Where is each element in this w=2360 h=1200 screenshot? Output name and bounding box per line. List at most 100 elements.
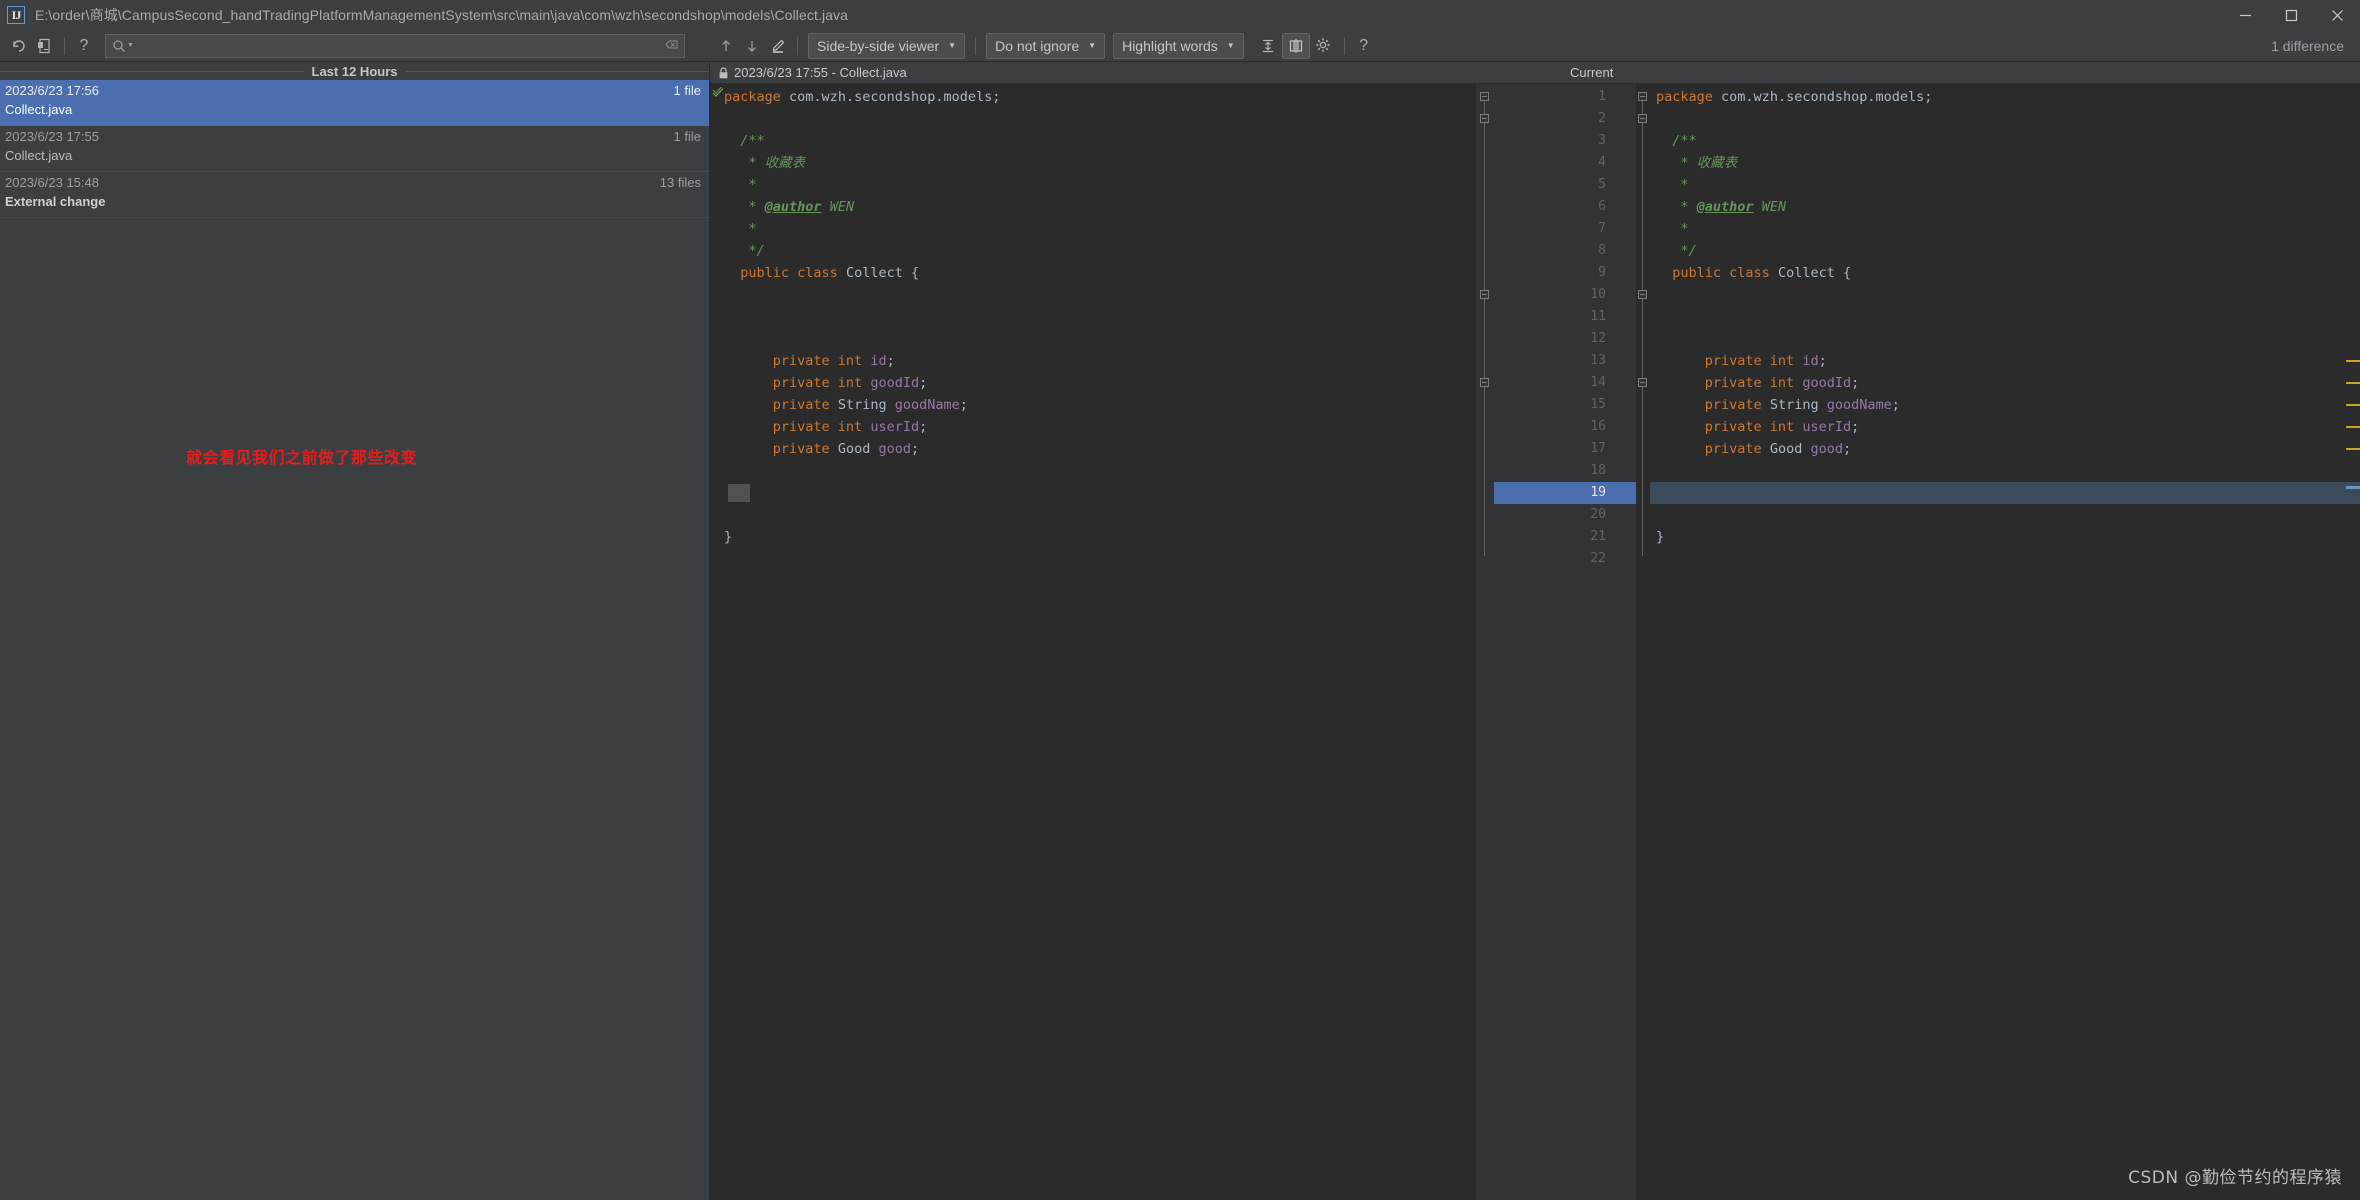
help-icon[interactable]: ? [71, 33, 97, 59]
line-number: 8 [1598, 243, 1606, 258]
diff-right-title: Current [1570, 65, 1614, 80]
header-rule-right [405, 70, 710, 72]
code-line: private int id; [772, 353, 895, 369]
chevron-down-icon: ▼ [948, 41, 957, 50]
lock-icon [718, 66, 729, 79]
diff-left-editor[interactable]: package com.wzh.secondshop.models; /** *… [710, 84, 1476, 1200]
highlight-policy-dropdown[interactable]: Highlight words ▼ [1113, 32, 1244, 59]
ignore-policy-dropdown[interactable]: Do not ignore ▼ [986, 32, 1106, 59]
line-number: 6 [1598, 199, 1606, 214]
minimize-button[interactable] [2222, 0, 2268, 30]
change-marker[interactable] [2346, 404, 2360, 406]
line-number: 15 [1590, 397, 1606, 412]
maximize-button[interactable] [2268, 0, 2314, 30]
next-difference-icon[interactable] [739, 33, 765, 59]
code-line: * @author WEN [1680, 199, 1787, 215]
change-list-item[interactable]: 2023/6/23 17:55 1 file Collect.java [0, 126, 709, 172]
changes-group-label: Last 12 Hours [311, 63, 398, 79]
local-history-panel: Last 12 Hours 2023/6/23 17:56 1 file Colle… [0, 62, 710, 1200]
search-input[interactable]: ▼ [105, 33, 685, 58]
change-timestamp: 2023/6/23 17:55 [5, 129, 99, 144]
change-file-count: 1 file [673, 129, 701, 144]
close-button[interactable] [2314, 0, 2360, 30]
left-fold-strip[interactable] [1476, 84, 1494, 1200]
diff-header: 2023/6/23 17:55 - Collect.java Current [710, 62, 2360, 84]
code-line: * @author WEN [748, 199, 855, 215]
toolbar-divider-2 [797, 36, 798, 55]
search-icon [112, 39, 126, 53]
code-line: private String goodName; [772, 397, 968, 413]
change-label: External change [5, 194, 106, 209]
line-number: 9 [1598, 265, 1606, 280]
revert-icon[interactable] [6, 33, 32, 59]
change-marker[interactable] [2346, 448, 2360, 450]
toolbar-divider-1 [64, 36, 65, 55]
ignore-policy-label: Do not ignore [995, 37, 1080, 54]
collapse-unchanged-icon[interactable] [1254, 33, 1282, 59]
line-number: 1 [1598, 89, 1606, 104]
code-line: } [1656, 529, 1665, 545]
chevron-down-icon: ▼ [1088, 41, 1097, 50]
fold-collapse-icon[interactable] [1480, 378, 1489, 387]
code-line: * [1680, 177, 1689, 193]
toolbar-divider-3 [975, 36, 977, 55]
code-line: * [1680, 221, 1689, 237]
code-line: private int goodId; [1704, 375, 1860, 391]
change-label: Collect.java [5, 102, 73, 117]
line-number: 21 [1590, 529, 1606, 544]
intellij-logo-icon: IJ [7, 6, 25, 24]
change-marker[interactable] [2346, 382, 2360, 384]
diff-center-gutter: 12345678910111213141516171819202122 1234… [1476, 84, 1738, 1200]
code-line: private int userId; [1704, 419, 1860, 435]
fold-collapse-icon[interactable] [1480, 114, 1489, 123]
viewer-mode-dropdown[interactable]: Side-by-side viewer ▼ [808, 32, 966, 59]
code-line: private int userId; [772, 419, 928, 435]
search-dropdown-icon[interactable]: ▼ [127, 42, 134, 49]
caret-position-marker[interactable] [2346, 486, 2360, 489]
previous-difference-icon[interactable] [713, 33, 739, 59]
align-changes-icon[interactable] [1281, 32, 1310, 59]
line-number: 16 [1590, 419, 1606, 434]
line-number: 13 [1590, 353, 1606, 368]
fold-region-line [1484, 94, 1485, 556]
code-line: package com.wzh.secondshop.models; [1656, 89, 1933, 105]
code-line: * 收藏表 [1680, 155, 1738, 171]
left-line-numbers: 1 2 3 4 5 6 7 8 9 10 11 12 13 14 15 16 17 18 19 20 21 22 [1494, 84, 1616, 1200]
change-marker[interactable] [2346, 426, 2360, 428]
diff-right-editor[interactable]: package com.wzh.secondshop.models; /** *… [1636, 84, 2360, 1200]
change-list-item[interactable]: 2023/6/23 15:48 13 files External change [0, 172, 709, 218]
settings-gear-icon[interactable] [1310, 33, 1338, 59]
changes-group-header: Last 12 Hours [0, 62, 710, 80]
annotation-text: 就会看见我们之前做了那些改变 [186, 448, 418, 467]
header-rule-left [0, 70, 304, 72]
change-markers-strip[interactable] [2346, 84, 2360, 1200]
change-timestamp: 2023/6/23 17:56 [5, 83, 99, 98]
code-line: public class Collect { [1672, 265, 1852, 281]
change-marker[interactable] [2346, 360, 2360, 362]
code-line: /** [1672, 133, 1697, 149]
code-line: */ [1680, 243, 1697, 259]
fold-collapse-icon[interactable] [1480, 290, 1489, 299]
difference-count-label: 1 difference [2271, 37, 2344, 54]
change-file-count: 1 file [673, 83, 701, 98]
line-number: 14 [1590, 375, 1606, 390]
fold-collapse-icon[interactable] [1480, 92, 1489, 101]
highlight-policy-label: Highlight words [1122, 37, 1218, 54]
diff-toolbar: ? ▼ Side-by-side viewer ▼ Do not ignore … [0, 30, 2360, 62]
diff-help-icon[interactable]: ? [1351, 33, 1377, 59]
change-timestamp: 2023/6/23 15:48 [5, 175, 99, 190]
search-clear-icon[interactable] [665, 39, 678, 53]
code-line: /** [740, 133, 765, 149]
change-list-item[interactable]: 2023/6/23 17:56 1 file Collect.java [0, 80, 709, 126]
show-history-icon[interactable] [32, 33, 58, 59]
code-line: private String goodName; [1704, 397, 1900, 413]
edit-source-icon[interactable] [765, 33, 791, 59]
